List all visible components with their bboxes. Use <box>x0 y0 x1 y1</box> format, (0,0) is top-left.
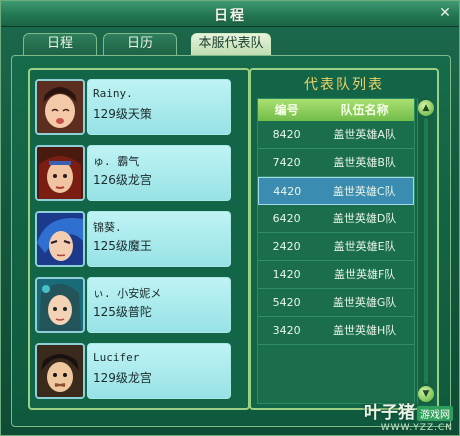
team-id: 3420 <box>272 324 301 337</box>
member-card[interactable]: ぃ. 小安妮メ 125级普陀 <box>35 277 241 334</box>
avatar <box>35 79 85 135</box>
tab-calendar[interactable]: 日历 <box>103 33 177 55</box>
scroll-track[interactable] <box>424 118 428 384</box>
table-row[interactable]: 5420 盖世英雄G队 <box>258 289 414 317</box>
table-row[interactable]: 3420 盖世英雄H队 <box>258 317 414 345</box>
team-list-panel: 代表队列表 编号 队伍名称 8420 盖世英雄A队 7420 盖世英雄B队 44… <box>249 68 439 410</box>
member-info: ぃ. 小安妮メ 125级普陀 <box>87 277 231 333</box>
team-id: 7420 <box>272 156 301 169</box>
member-level: 129级龙宫 <box>93 371 152 385</box>
team-name: 盖世英雄F队 <box>333 268 396 281</box>
team-name: 盖世英雄A队 <box>333 128 396 141</box>
team-name: 盖世英雄C队 <box>332 185 396 198</box>
member-info: 锦葵. 125级魔王 <box>87 211 231 267</box>
table-row[interactable]: 7420 盖世英雄B队 <box>258 149 414 177</box>
member-info: ゅ. 霸气 126级龙宫 <box>87 145 231 201</box>
team-table: 编号 队伍名称 8420 盖世英雄A队 7420 盖世英雄B队 4420 盖世英… <box>257 98 415 404</box>
column-header-name: 队伍名称 <box>340 103 389 117</box>
team-id: 1420 <box>272 268 301 281</box>
avatar <box>35 211 85 267</box>
watermark: 叶子猪 游戏网 WWW.YZZ.CN <box>364 398 453 433</box>
table-header: 编号 队伍名称 <box>258 99 414 121</box>
tab-server-team[interactable]: 本服代表队 <box>191 33 271 55</box>
avatar <box>35 343 85 399</box>
table-row[interactable]: 8420 盖世英雄A队 <box>258 121 414 149</box>
team-id: 5420 <box>272 296 301 309</box>
member-info: Rainy. 129级天策 <box>87 79 231 135</box>
tab-schedule[interactable]: 日程 <box>23 33 97 55</box>
window-title: 日程 <box>214 8 246 24</box>
member-name: Rainy. <box>93 87 133 100</box>
member-card[interactable]: 锦葵. 125级魔王 <box>35 211 241 268</box>
team-id: 8420 <box>272 128 301 141</box>
member-level: 125级魔王 <box>93 239 152 253</box>
table-row[interactable]: 1420 盖世英雄F队 <box>258 261 414 289</box>
team-id: 2420 <box>272 240 301 253</box>
table-row[interactable]: 6420 盖世英雄D队 <box>258 205 414 233</box>
member-name: Lucifer <box>93 351 140 364</box>
member-level: 126级龙宫 <box>93 173 152 187</box>
member-card[interactable]: ゅ. 霸气 126级龙宫 <box>35 145 241 202</box>
member-card[interactable]: Lucifer 129级龙宫 <box>35 343 241 400</box>
table-row-selected[interactable]: 4420 盖世英雄C队 <box>258 177 414 205</box>
team-name: 盖世英雄G队 <box>332 296 397 309</box>
member-card[interactable]: Rainy. 129级天策 <box>35 79 241 136</box>
scroll-up-icon[interactable]: ▲ <box>418 100 434 116</box>
team-name: 盖世英雄B队 <box>333 156 396 169</box>
content-frame: Rainy. 129级天策 ゅ. 霸气 126级龙宫 锦葵. 125级魔王 ぃ.… <box>11 55 451 427</box>
title-bar[interactable]: 日程 ✕ <box>1 1 459 27</box>
member-panel: Rainy. 129级天策 ゅ. 霸气 126级龙宫 锦葵. 125级魔王 ぃ.… <box>28 68 250 410</box>
team-name: 盖世英雄H队 <box>332 324 397 337</box>
team-name: 盖世英雄D队 <box>332 212 397 225</box>
member-level: 125级普陀 <box>93 305 152 319</box>
schedule-window: 日程 ✕ 日程 日历 本服代表队 Rainy. 129级天策 ゅ. 霸气 126… <box>0 0 460 436</box>
watermark-badge: 游戏网 <box>417 406 453 421</box>
member-name: ゅ. 霸气 <box>93 155 140 168</box>
avatar <box>35 145 85 201</box>
team-id: 6420 <box>272 212 301 225</box>
close-icon[interactable]: ✕ <box>437 5 453 21</box>
avatar <box>35 277 85 333</box>
column-header-id: 编号 <box>274 103 299 117</box>
table-row[interactable]: 2420 盖世英雄E队 <box>258 233 414 261</box>
watermark-url: WWW.YZZ.CN <box>380 423 453 433</box>
team-name: 盖世英雄E队 <box>333 240 396 253</box>
watermark-logo: 叶子猪 <box>364 403 415 423</box>
member-name: ぃ. 小安妮メ <box>93 287 162 300</box>
team-id: 4420 <box>273 185 302 198</box>
scrollbar[interactable]: ▲ ▼ <box>417 98 434 404</box>
member-level: 129级天策 <box>93 107 152 121</box>
team-list-title: 代表队列表 <box>304 77 384 93</box>
member-name: 锦葵. <box>93 221 122 234</box>
member-info: Lucifer 129级龙宫 <box>87 343 231 399</box>
